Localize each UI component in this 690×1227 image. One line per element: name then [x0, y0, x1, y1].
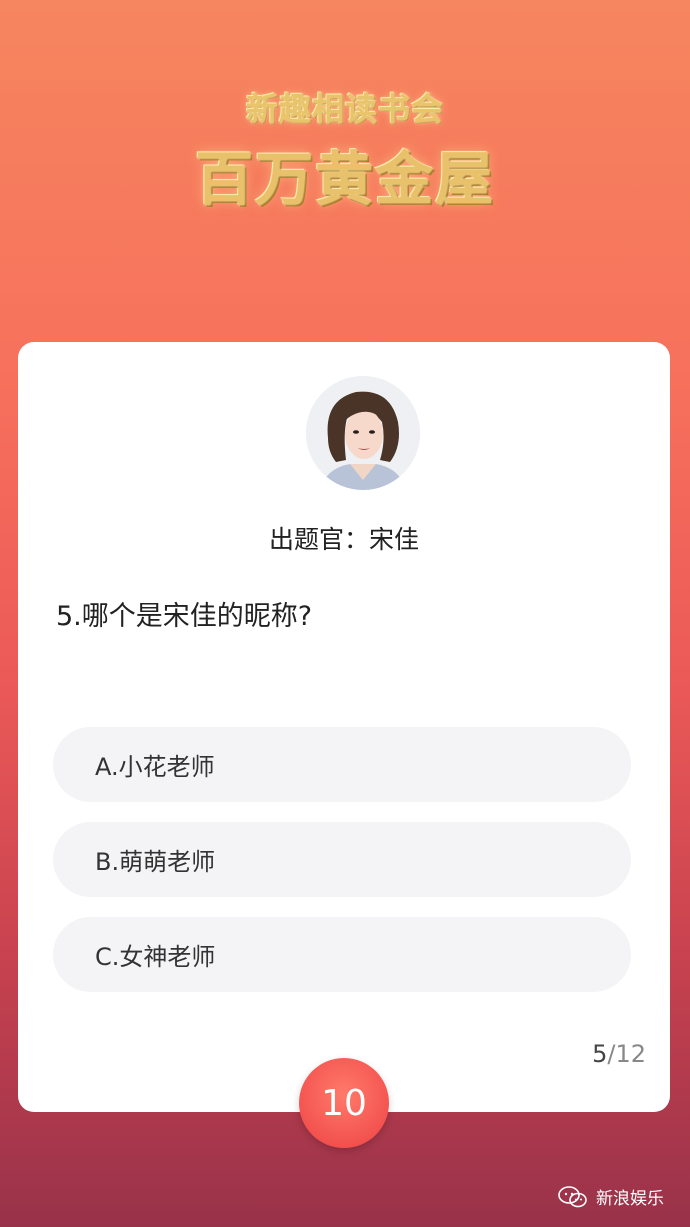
countdown-timer: 10 — [299, 1058, 389, 1148]
option-c-button[interactable]: C.女神老师 — [53, 917, 631, 992]
question-progress: 5/12 — [592, 1040, 646, 1068]
watermark: 新浪娱乐 — [558, 1184, 664, 1209]
logo-subtitle: 新趣相读书会 — [245, 90, 444, 128]
option-a-label: A.小花老师 — [95, 753, 215, 781]
option-b-label: B.萌萌老师 — [95, 848, 216, 876]
watermark-text: 新浪娱乐 — [596, 1189, 664, 1209]
host-avatar — [306, 376, 420, 490]
question-text: 5.哪个是宋佳的昵称? — [56, 601, 313, 632]
timer-value: 10 — [321, 1082, 367, 1124]
host-portrait-image — [306, 376, 420, 490]
progress-current: 5 — [592, 1040, 608, 1068]
host-label: 出题官：宋佳 — [268, 525, 419, 554]
game-logo: 新趣相读书会 百万黄金屋 — [0, 84, 690, 216]
logo-title: 百万黄金屋 — [194, 145, 495, 213]
option-c-label: C.女神老师 — [95, 943, 216, 971]
option-b-button[interactable]: B.萌萌老师 — [53, 822, 631, 897]
progress-total: 12 — [615, 1040, 646, 1068]
quiz-card: 出题官：宋佳 5.哪个是宋佳的昵称? A.小花老师 B.萌萌老师 C.女神老师 … — [18, 342, 670, 1112]
wechat-icon — [558, 1185, 587, 1207]
option-a-button[interactable]: A.小花老师 — [53, 727, 631, 802]
